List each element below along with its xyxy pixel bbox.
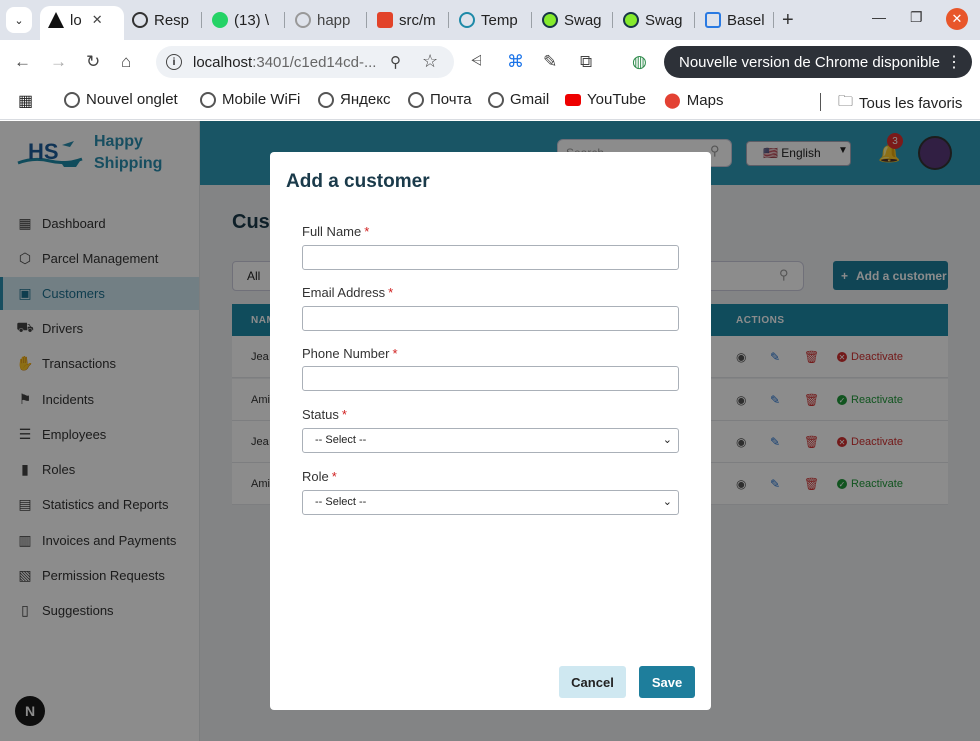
kebab-menu-icon[interactable]: ⋮ (946, 52, 962, 72)
tab-localhost[interactable]: lo ✕ (40, 6, 124, 40)
whatsapp-icon (212, 12, 228, 28)
minimize-icon[interactable]: — (872, 9, 886, 25)
close-tab-icon[interactable]: ✕ (92, 12, 103, 28)
bookmark-youtube[interactable]: YouTube (565, 91, 646, 108)
tab-resp[interactable]: Resp (124, 6, 192, 34)
bike-icon (705, 12, 721, 28)
tab-temp[interactable]: Temp (451, 6, 529, 34)
app-icon (48, 12, 64, 28)
globe-icon (318, 91, 334, 108)
tab-swagger-2[interactable]: Swag (615, 6, 693, 34)
phone-label: Phone Number * (302, 346, 398, 361)
app-icon (459, 12, 475, 28)
map-pin-icon: ⬤ (664, 92, 681, 109)
chevron-down-icon: ⌄ (662, 496, 672, 508)
tab-search-menu[interactable]: ⌄ (6, 7, 32, 33)
bookmarks-bar: ▦ Nouvel onglet Mobile WiFi Яндекс Почта… (0, 84, 980, 120)
restore-icon[interactable]: ❐ (910, 9, 923, 26)
window-close-icon[interactable]: ✕ (946, 8, 968, 30)
full-name-field[interactable] (302, 245, 679, 270)
tab-swagger-1[interactable]: Swag (534, 6, 612, 34)
bookmark-gmail[interactable]: Gmail (488, 91, 549, 108)
eyedropper-icon[interactable]: ✎ (543, 52, 557, 72)
status-label: Status * (302, 407, 347, 422)
tab-whatsapp[interactable]: (13) \ (204, 6, 282, 34)
url-text[interactable]: localhost:3401/c1ed14cd-... (193, 54, 376, 71)
gitlab-icon (377, 12, 393, 28)
translate-icon[interactable]: ⌘ (507, 52, 524, 72)
globe-icon (295, 12, 311, 28)
all-bookmarks-folder[interactable]: 🗀 Tous les favoris (838, 91, 962, 116)
save-button[interactable]: Save (639, 666, 695, 698)
swagger-icon (623, 12, 639, 28)
bookmark-yandex[interactable]: Яндекс (318, 91, 390, 108)
youtube-icon (565, 93, 581, 106)
zoom-icon[interactable]: ⚲ (390, 53, 401, 71)
tab-basel[interactable]: Basel (697, 6, 771, 34)
globe-icon (408, 91, 424, 108)
phone-field[interactable] (302, 366, 679, 391)
globe-icon (64, 91, 80, 108)
reload-icon[interactable]: ↻ (86, 52, 100, 72)
browser-toolbar: ← → ↻ ⌂ i localhost:3401/c1ed14cd-... ⚲ … (0, 40, 980, 84)
address-bar[interactable]: i localhost:3401/c1ed14cd-... ⚲ ☆ (156, 46, 454, 78)
add-customer-modal: Add a customer Full Name * Email Address *… (270, 152, 711, 710)
extensions-icon[interactable]: ⧉ (580, 52, 592, 72)
globe-icon (488, 91, 504, 108)
bookmark-mobile-wifi[interactable]: Mobile WiFi (200, 91, 300, 108)
cancel-button[interactable]: Cancel (559, 666, 626, 698)
modal-title: Add a customer (286, 171, 430, 192)
apps-grid-icon[interactable]: ▦ (18, 91, 33, 111)
chevron-down-icon: ⌄ (662, 434, 672, 446)
swagger-icon (542, 12, 558, 28)
reading-mode-icon[interactable]: ⩤ (471, 52, 482, 69)
chevron-down-icon: ⌄ (14, 14, 24, 27)
browser-tabstrip: ⌄ lo ✕ Resp (13) \ happ src/m Temp Swag … (0, 0, 980, 40)
role-select[interactable]: -- Select -- ⌄ (302, 490, 679, 515)
bookmark-maps[interactable]: ⬤ Maps (664, 91, 723, 110)
back-arrow-icon[interactable]: ← (14, 52, 31, 72)
bookmark-star-icon[interactable]: ☆ (422, 51, 438, 72)
new-tab-plus-icon[interactable]: + (782, 9, 794, 32)
email-field[interactable] (302, 306, 679, 331)
folder-icon: 🗀 (838, 93, 854, 110)
globe-icon (200, 91, 216, 108)
forward-arrow-icon[interactable]: → (50, 52, 67, 72)
openai-icon (132, 12, 148, 28)
role-label: Role * (302, 469, 337, 484)
home-icon[interactable]: ⌂ (121, 52, 131, 72)
chrome-update-button[interactable]: Nouvelle version de Chrome disponible ⋮ (664, 46, 972, 78)
bookmark-pochta[interactable]: Почта (408, 91, 472, 108)
profile-globe-icon[interactable]: ◍ (632, 52, 647, 72)
tab-gitlab[interactable]: src/m (369, 6, 447, 34)
bookmark-nouvel-onglet[interactable]: Nouvel onglet (64, 91, 178, 108)
email-label: Email Address * (302, 285, 394, 300)
full-name-label: Full Name * (302, 224, 370, 239)
status-select[interactable]: -- Select -- ⌄ (302, 428, 679, 453)
site-info-icon[interactable]: i (166, 54, 182, 70)
tab-happ[interactable]: happ (287, 6, 357, 34)
